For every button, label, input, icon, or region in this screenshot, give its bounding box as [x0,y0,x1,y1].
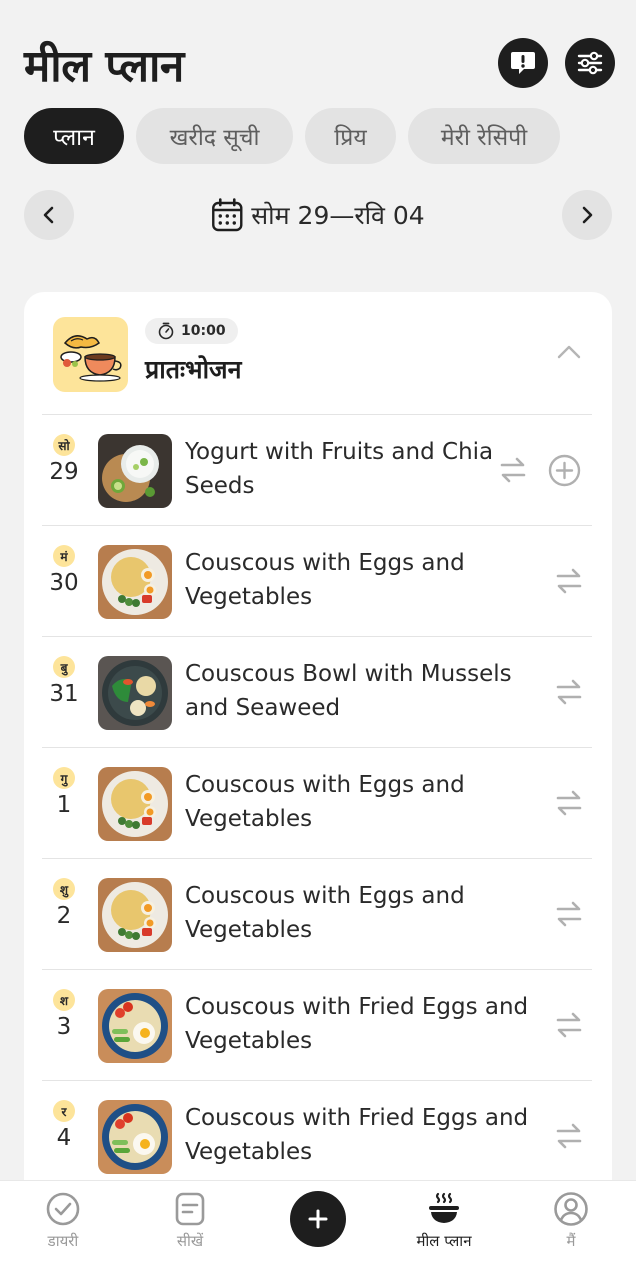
meal-row[interactable]: श 3 Couscous with Fried Eggs and Vegetab… [42,969,592,1080]
recipe-thumbnail[interactable] [98,767,172,841]
swap-icon[interactable] [498,455,528,485]
recipe-thumbnail[interactable] [98,878,172,952]
day-badge: गु [53,767,75,789]
day-badge: र [53,1100,75,1122]
breakfast-icon [53,317,128,392]
recipe-thumbnail[interactable] [98,656,172,730]
swap-icon[interactable] [554,788,584,818]
nav-diary[interactable]: डायरी [13,1191,113,1271]
week-navigator: सोम 29—रवि 04 [24,190,612,240]
alert-icon [511,52,535,74]
bottom-nav: डायरी सीखें मील प्लान मैं [0,1180,636,1280]
tab-shopping-list[interactable]: खरीद सूची [136,108,293,164]
swap-icon[interactable] [554,677,584,707]
chevron-left-icon [43,206,54,224]
day-badge: मं [53,545,75,567]
meal-time: 10:00 [181,323,226,339]
swap-icon[interactable] [554,899,584,929]
recipe-thumbnail[interactable] [98,545,172,619]
nav-label: डायरी [47,1232,79,1250]
nav-profile[interactable]: मैं [521,1191,621,1271]
tab-plan[interactable]: प्लान [24,108,124,164]
settings-button[interactable] [565,38,615,88]
day-date: 4 [56,1125,72,1151]
meal-row[interactable]: शु 2 Couscous with Eggs and Vegetables [42,858,592,969]
tab-my-recipes[interactable]: मेरी रेसिपी [408,108,560,164]
week-range-label: सोम 29—रवि 04 [251,201,425,230]
meal-header[interactable]: 10:00 प्रातःभोजन [24,292,612,414]
meal-name: प्रातःभोजन [145,355,242,384]
meal-row[interactable]: बु 31 Couscous Bowl with Mussels and Sea… [42,636,592,747]
swap-icon[interactable] [554,566,584,596]
note-icon [175,1192,205,1226]
recipe-thumbnail[interactable] [98,434,172,508]
day-date: 1 [56,792,72,818]
swap-icon[interactable] [554,1010,584,1040]
recipe-title[interactable]: Couscous with Eggs and Vegetables [185,879,530,947]
recipe-title[interactable]: Yogurt with Fruits and Chia Seeds [185,435,530,503]
week-range[interactable]: सोम 29—रवि 04 [211,190,425,240]
tab-favorites[interactable]: प्रिय [305,108,396,164]
nav-learn[interactable]: सीखें [140,1191,240,1271]
add-button[interactable] [290,1191,346,1247]
next-week-button[interactable] [562,190,612,240]
meal-time-badge: 10:00 [145,318,238,344]
recipe-title[interactable]: Couscous with Eggs and Vegetables [185,768,530,836]
recipe-title[interactable]: Couscous with Fried Eggs and Vegetables [185,1101,530,1169]
bowl-icon [429,1192,459,1223]
recipe-title[interactable]: Couscous Bowl with Mussels and Seaweed [185,657,530,725]
day-badge: श [53,989,75,1011]
day-date: 29 [49,459,79,485]
day-badge: शु [53,878,75,900]
prev-week-button[interactable] [24,190,74,240]
check-circle-icon [46,1192,80,1226]
meal-row[interactable]: मं 30 Couscous with Eggs and Vegetables [42,525,592,636]
sliders-icon [577,51,603,75]
meal-card: 10:00 प्रातःभोजन सो 29 Yogurt with Fruit… [24,292,612,1280]
recipe-thumbnail[interactable] [98,1100,172,1174]
meal-row[interactable]: गु 1 Couscous with Eggs and Vegetables [42,747,592,858]
swap-icon[interactable] [554,1121,584,1151]
day-date: 3 [56,1014,72,1040]
page-title: मील प्लान [24,41,184,92]
day-date: 30 [49,570,79,596]
calendar-icon [212,198,243,232]
plus-icon [308,1209,328,1229]
recipe-title[interactable]: Couscous with Fried Eggs and Vegetables [185,990,530,1058]
user-icon [554,1192,588,1226]
add-circle-icon[interactable] [548,454,581,487]
day-badge: बु [53,656,75,678]
nav-label: मैं [566,1232,576,1250]
day-date: 2 [56,903,72,929]
nav-label: मील प्लान [416,1232,472,1250]
recipe-title[interactable]: Couscous with Eggs and Vegetables [185,546,530,614]
meal-row[interactable]: र 4 Couscous with Fried Eggs and Vegetab… [42,1080,592,1191]
chevron-right-icon [582,206,593,224]
day-badge: सो [53,434,75,456]
alert-button[interactable] [498,38,548,88]
chevron-up-icon[interactable] [556,342,582,362]
timer-icon [158,322,174,340]
recipe-thumbnail[interactable] [98,989,172,1063]
header: मील प्लान [24,30,615,100]
nav-meal-plan[interactable]: मील प्लान [394,1191,494,1271]
day-date: 31 [49,681,79,707]
meal-row[interactable]: सो 29 Yogurt with Fruits and Chia Seeds [42,414,592,525]
nav-label: सीखें [176,1232,204,1250]
